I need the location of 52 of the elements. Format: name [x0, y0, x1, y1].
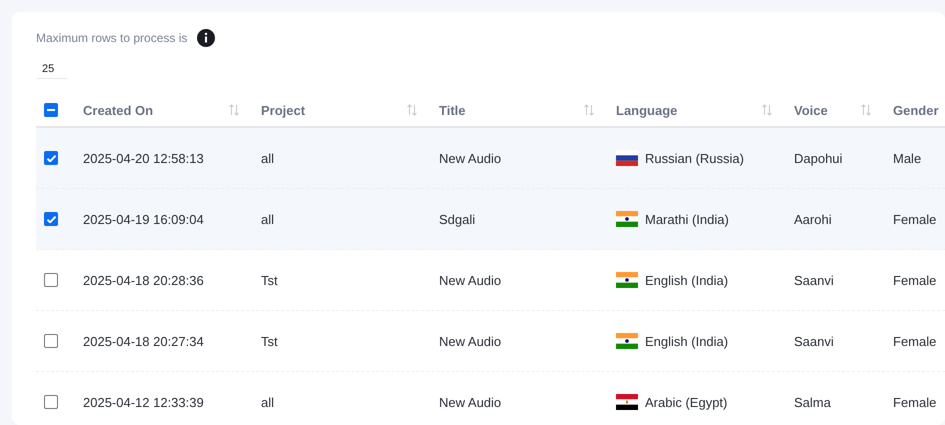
table-cell: 2025-04-19 16:09:04 [83, 212, 204, 226]
table-cell: English (India) [645, 334, 728, 348]
table-row[interactable]: 2025-04-18 20:28:36 Tst New Audio English (India) Saanvi Female [36, 250, 945, 311]
checkbox[interactable] [44, 103, 58, 117]
table-cell: 2025-04-18 20:27:34 [83, 334, 204, 348]
table-cell: Female [893, 212, 936, 226]
column-header[interactable]: Language [616, 102, 678, 118]
table-cell: Male [893, 150, 922, 166]
checkbox[interactable] [44, 151, 58, 165]
limit-label: Maximum rows to process is [36, 31, 188, 45]
table-cell: Saanvi [794, 334, 834, 348]
checkbox[interactable] [44, 334, 58, 348]
checkbox[interactable] [44, 212, 58, 226]
table-cell: English (India) [645, 272, 728, 288]
table-cell: Saanvi [794, 272, 834, 288]
table-row[interactable]: 2025-04-20 12:58:13 all New Audio Russian (Russia) Dapohui Male [36, 128, 945, 189]
table-cell: Female [893, 334, 936, 348]
table-cell: Marathi (India) [645, 212, 729, 226]
table-row[interactable]: 2025-04-12 12:33:39 all New Audio Arabic (Egypt) Salma Female [36, 372, 945, 425]
column-header[interactable]: Project [261, 102, 306, 118]
table-cell: Aarohi [794, 212, 832, 226]
table-cell: all [261, 150, 274, 166]
column-header[interactable]: Title [439, 102, 466, 118]
table-cell: all [261, 212, 274, 226]
table-cell: New Audio [439, 394, 502, 410]
table-cell: New Audio [439, 334, 502, 348]
table-cell: New Audio [439, 272, 502, 288]
table-row[interactable]: 2025-04-19 16:09:04 all Sdgali Marathi (India) Aarohi Female [36, 189, 945, 250]
table-cell: 2025-04-18 20:28:36 [83, 272, 204, 288]
info-icon[interactable] [197, 29, 216, 47]
table-cell: Tst [261, 272, 278, 288]
table-cell: Female [893, 272, 936, 288]
table-cell: 2025-04-12 12:33:39 [83, 394, 204, 410]
table-cell: all [261, 394, 274, 410]
checkbox[interactable] [44, 395, 58, 409]
checkbox[interactable] [44, 273, 58, 287]
table-cell: Female [893, 394, 936, 410]
table-cell: Arabic (Egypt) [645, 394, 728, 410]
table-cell: New Audio [439, 150, 502, 166]
column-header[interactable]: Created On [83, 102, 154, 118]
table-cell: Dapohui [794, 150, 842, 166]
table-cell: Russian (Russia) [645, 150, 744, 166]
column-header[interactable]: Gender [893, 102, 939, 118]
table-cell: 2025-04-20 12:58:13 [83, 150, 204, 166]
table-cell: Sdgali [439, 212, 476, 226]
minus-icon [47, 109, 55, 111]
column-header[interactable]: Voice [794, 102, 828, 118]
table-cell: Salma [794, 394, 831, 410]
check-icon [46, 154, 56, 162]
table-cell: Tst [261, 334, 278, 348]
table-row[interactable]: 2025-04-18 20:27:34 Tst New Audio English (India) Saanvi Female [36, 311, 945, 372]
check-icon [46, 216, 56, 222]
